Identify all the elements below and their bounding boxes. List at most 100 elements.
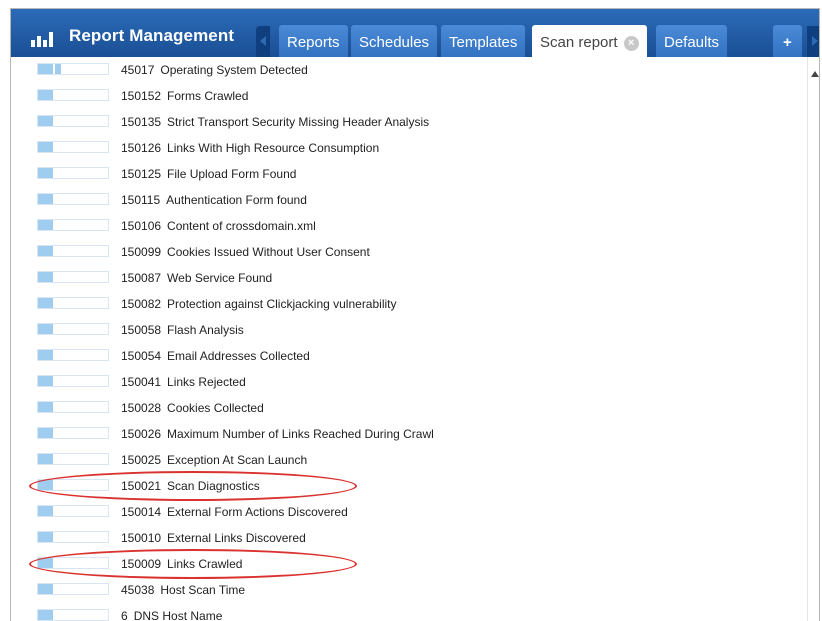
- qid-title: Flash Analysis: [167, 323, 244, 337]
- list-item[interactable]: 150025 Exception At Scan Launch: [11, 447, 807, 473]
- severity-indicator: [37, 375, 109, 387]
- severity-bar: [38, 116, 53, 126]
- qid-title: Cookies Issued Without User Consent: [167, 245, 370, 259]
- tab-scan-report[interactable]: Scan report ×: [532, 25, 647, 57]
- tabs-scroll-left-button[interactable]: [256, 26, 270, 57]
- qid-number: 150135: [121, 115, 162, 129]
- qid-number: 150010: [121, 531, 162, 545]
- tab-label: Defaults: [664, 34, 720, 51]
- qid-number: 150009: [121, 557, 162, 571]
- severity-indicator: [37, 583, 109, 595]
- list-item[interactable]: 150115 Authentication Form found: [11, 187, 807, 213]
- list-item[interactable]: 150041 Links Rejected: [11, 369, 807, 395]
- severity-bar: [38, 402, 53, 412]
- tab-defaults[interactable]: Defaults: [656, 25, 728, 57]
- list-item-text: 150125 File Upload Form Found: [121, 167, 296, 181]
- list-item[interactable]: 150152 Forms Crawled: [11, 83, 807, 109]
- list-item[interactable]: 150010 External Links Discovered: [11, 525, 807, 551]
- header-bar: Report Management Reports Schedules Temp…: [11, 9, 819, 57]
- vulnerability-list: 45017 Operating System Detected 150152 Form…: [11, 57, 807, 621]
- qid-number: 150125: [121, 167, 162, 181]
- list-item-text: 150014 External Form Actions Discovered: [121, 505, 348, 519]
- severity-bar: [38, 610, 53, 620]
- severity-bar: [38, 246, 53, 256]
- qid-number: 150058: [121, 323, 162, 337]
- list-item-text: 150054 Email Addresses Collected: [121, 349, 310, 363]
- severity-bar: [38, 220, 53, 230]
- tabs-scroll-right-button[interactable]: [807, 26, 819, 57]
- list-item[interactable]: 150021 Scan Diagnostics: [11, 471, 807, 501]
- severity-bar: [38, 506, 53, 516]
- qid-number: 150152: [121, 89, 162, 103]
- app-title: Report Management: [69, 26, 235, 45]
- list-item[interactable]: 45038 Host Scan Time: [11, 577, 807, 603]
- severity-bar: [55, 64, 61, 74]
- report-window: Report Management Reports Schedules Temp…: [10, 8, 820, 621]
- list-item[interactable]: 150106 Content of crossdomain.xml: [11, 213, 807, 239]
- severity-bar: [38, 428, 53, 438]
- qid-number: 150099: [121, 245, 162, 259]
- list-item[interactable]: 150058 Flash Analysis: [11, 317, 807, 343]
- add-tab-button[interactable]: +: [773, 25, 802, 57]
- qid-title: Links With High Resource Consumption: [167, 141, 380, 155]
- list-item[interactable]: 6 DNS Host Name: [11, 603, 807, 621]
- qid-number: 150087: [121, 271, 162, 285]
- tab-templates[interactable]: Templates: [441, 25, 526, 57]
- list-item-text: 150041 Links Rejected: [121, 375, 246, 389]
- severity-indicator: [37, 245, 109, 257]
- severity-bar: [38, 168, 53, 178]
- list-item-text: 150028 Cookies Collected: [121, 401, 264, 415]
- list-item-text: 150082 Protection against Clickjacking vu…: [121, 297, 397, 311]
- scroll-up-icon[interactable]: [811, 71, 819, 77]
- qid-title: External Form Actions Discovered: [167, 505, 348, 519]
- tab-label: Reports: [287, 34, 340, 51]
- tab-reports[interactable]: Reports: [279, 25, 348, 57]
- list-item-text: 150058 Flash Analysis: [121, 323, 244, 337]
- list-scrollbar[interactable]: [807, 57, 819, 621]
- list-item[interactable]: 150009 Links Crawled: [11, 549, 807, 579]
- qid-number: 6: [121, 609, 128, 621]
- qid-title: Strict Transport Security Missing Header…: [167, 115, 430, 129]
- severity-bar: [38, 532, 53, 542]
- severity-indicator: [37, 297, 109, 309]
- tab-label: Templates: [449, 34, 518, 51]
- list-item-text: 150025 Exception At Scan Launch: [121, 453, 307, 467]
- list-item[interactable]: 150126 Links With High Resource Consumpti…: [11, 135, 807, 161]
- list-item-text: 150021 Scan Diagnostics: [121, 479, 260, 493]
- list-item[interactable]: 150026 Maximum Number of Links Reached Du…: [11, 421, 807, 447]
- tab-schedules[interactable]: Schedules: [351, 25, 438, 57]
- qid-title: Maximum Number of Links Reached During C…: [167, 427, 434, 441]
- qid-title: DNS Host Name: [133, 609, 223, 621]
- severity-bar: [38, 584, 53, 594]
- qid-title: Cookies Collected: [167, 401, 264, 415]
- severity-bar: [38, 558, 53, 568]
- close-tab-icon[interactable]: ×: [623, 36, 639, 51]
- list-item[interactable]: 150087 Web Service Found: [11, 265, 807, 291]
- list-item[interactable]: 150014 External Form Actions Discovered: [11, 499, 807, 525]
- list-item[interactable]: 45017 Operating System Detected: [11, 57, 807, 83]
- list-item[interactable]: 150082 Protection against Clickjacking vu…: [11, 291, 807, 317]
- list-item[interactable]: 150099 Cookies Issued Without User Consen…: [11, 239, 807, 265]
- qid-title: Links Crawled: [167, 557, 243, 571]
- qid-title: Forms Crawled: [167, 89, 249, 103]
- severity-indicator: [37, 609, 109, 621]
- severity-indicator: [37, 557, 109, 569]
- qid-title: Host Scan Time: [160, 583, 246, 597]
- qid-title: Protection against Clickjacking vulnerab…: [167, 297, 397, 311]
- list-item-text: 45017 Operating System Detected: [121, 63, 308, 77]
- severity-indicator: [37, 115, 109, 127]
- severity-bar: [38, 194, 53, 204]
- list-item[interactable]: 150135 Strict Transport Security Missing …: [11, 109, 807, 135]
- severity-indicator: [37, 427, 109, 439]
- qid-title: Content of crossdomain.xml: [167, 219, 316, 233]
- qid-title: Web Service Found: [167, 271, 273, 285]
- list-item[interactable]: 150028 Cookies Collected: [11, 395, 807, 421]
- list-item[interactable]: 150125 File Upload Form Found: [11, 161, 807, 187]
- severity-bar: [38, 272, 53, 282]
- severity-indicator: [37, 349, 109, 361]
- list-item-text: 150106 Content of crossdomain.xml: [121, 219, 316, 233]
- qid-title: Email Addresses Collected: [167, 349, 310, 363]
- list-item[interactable]: 150054 Email Addresses Collected: [11, 343, 807, 369]
- severity-indicator: [37, 505, 109, 517]
- severity-indicator: [37, 141, 109, 153]
